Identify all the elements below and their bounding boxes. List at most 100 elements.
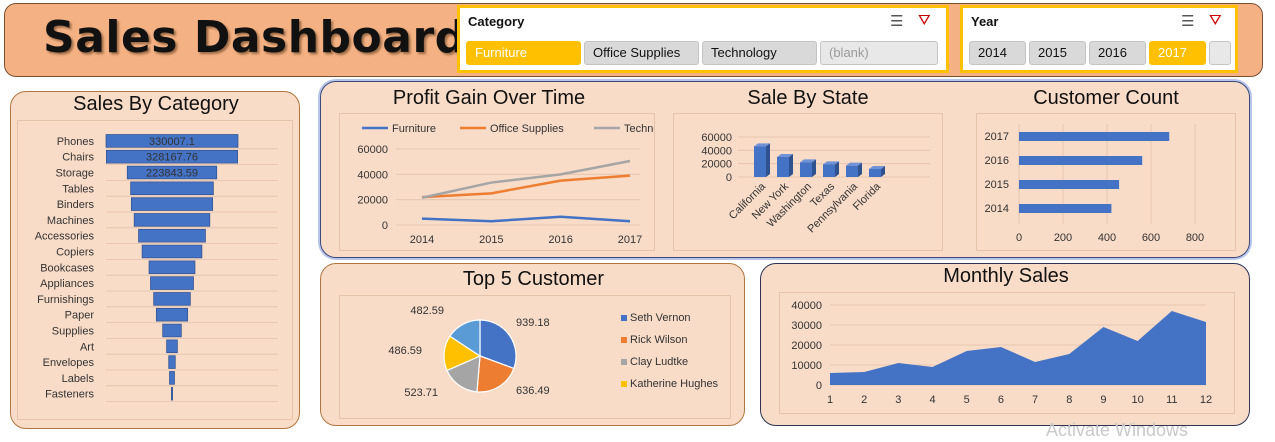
category-option-office-supplies[interactable]: Office Supplies xyxy=(584,41,699,65)
customer-bar xyxy=(1019,132,1170,141)
y-tick-label: 40000 xyxy=(791,300,822,312)
category-label: Furnishings xyxy=(37,294,94,306)
x-tick-label: 800 xyxy=(1186,232,1204,244)
activate-windows-watermark: Activate Windows xyxy=(1046,420,1189,440)
y-tick-label: 0 xyxy=(382,220,388,232)
dashboard-header: Sales Dashboard Category ☰ ⛛ Furniture O… xyxy=(4,3,1263,77)
x-tick-label: 2016 xyxy=(548,234,572,246)
top5-customer-title: Top 5 Customer xyxy=(462,268,605,290)
top5-customer-chart: 939.18 636.49 523.71 486.59 482.59 Seth Verno… xyxy=(388,305,718,399)
sale-by-state-title: Sale By State xyxy=(747,87,869,109)
top5-customer-panel: Top 5 Customer 939.18 636.49 523.71 486.59 4… xyxy=(320,263,745,426)
pie-value-label: 523.71 xyxy=(404,387,438,399)
year-option-2015[interactable]: 2015 xyxy=(1029,41,1086,65)
series-line xyxy=(421,215,631,223)
x-tick-label: 400 xyxy=(1098,232,1116,244)
y-tick-label: 60000 xyxy=(357,144,388,156)
profit-gain-chart: 0 20000 40000 60000 2014 2015 2016 2017 Furnitur… xyxy=(357,123,680,246)
metrics-panel: Profit Gain Over Time 0 20000 40000 60000 20… xyxy=(320,81,1250,258)
legend-swatch xyxy=(621,337,627,343)
category-option-furniture[interactable]: Furniture xyxy=(466,41,581,65)
category-slicer[interactable]: Category ☰ ⛛ Furniture Office Supplies T… xyxy=(457,5,949,73)
profit-gain-title: Profit Gain Over Time xyxy=(392,87,586,109)
multi-select-icon[interactable]: ☰ xyxy=(890,12,903,30)
category-label: Machines xyxy=(47,215,95,227)
category-label: Accessories xyxy=(35,231,95,243)
bar-side xyxy=(812,159,816,177)
funnel-bar xyxy=(138,228,206,243)
y-tick-label: 30000 xyxy=(791,320,822,332)
x-tick-label: 1 xyxy=(827,394,833,406)
monthly-sales-chart: 0100002000030000400001 2 3 4 5 6 7 8 9 10 11 12 xyxy=(791,300,1212,406)
clear-filter-icon[interactable]: ⛛ xyxy=(918,12,931,29)
category-slicer-title: Category xyxy=(468,14,525,29)
area-series xyxy=(830,311,1206,385)
chart-area: 939.18 636.49 523.71 486.59 482.59 Seth Verno… xyxy=(339,295,731,419)
pie-value-label: 636.49 xyxy=(516,385,550,397)
chart-area: 0 200 400 600 800 2017 2016 2015 2014 xyxy=(976,113,1236,251)
bar-side xyxy=(789,154,793,177)
funnel-bar xyxy=(171,386,173,401)
chart-area: 0 20000 40000 60000 2014 2015 2016 2017 Furnitur… xyxy=(339,113,680,251)
funnel-bar xyxy=(130,197,214,211)
customer-bar xyxy=(1019,180,1120,189)
category-label: Copiers xyxy=(56,247,94,259)
customer-count-title: Customer Count xyxy=(1033,87,1179,109)
funnel-bar xyxy=(166,339,178,354)
y-tick-label: 20000 xyxy=(791,340,822,352)
x-tick-label: 2 xyxy=(861,394,867,406)
funnel-bar xyxy=(153,292,191,306)
y-tick-label: 2016 xyxy=(985,155,1009,167)
x-tick-label: 6 xyxy=(998,394,1004,406)
y-tick-label: 2014 xyxy=(985,203,1009,215)
legend-swatch xyxy=(621,381,627,387)
legend-label: Clay Ludtke xyxy=(630,356,688,368)
clear-filter-icon[interactable]: ⛛ xyxy=(1209,12,1222,29)
x-tick-label: 200 xyxy=(1054,232,1072,244)
sale-by-state-chart: 0200004000060000CaliforniaNew YorkWashin… xyxy=(701,132,930,235)
x-tick-label: 2014 xyxy=(410,234,434,246)
legend-label: Office Supplies xyxy=(490,123,564,135)
sales-by-category-title: Sales By Category xyxy=(73,93,239,115)
x-tick-label: 2015 xyxy=(479,234,503,246)
category-label: Bookcases xyxy=(40,262,94,274)
year-option-2014[interactable]: 2014 xyxy=(969,41,1026,65)
year-option-2017[interactable]: 2017 xyxy=(1149,41,1206,65)
category-label: Storage xyxy=(55,168,94,180)
multi-select-icon[interactable]: ☰ xyxy=(1181,12,1194,30)
year-option-2016[interactable]: 2016 xyxy=(1089,41,1146,65)
pie-value-label: 486.59 xyxy=(388,345,422,357)
year-slicer[interactable]: Year ☰ ⛛ 2014 2015 2016 2017 xyxy=(960,5,1238,73)
chart-area: Phones 330007.1 Chairs 328167.76 Storage 2238… xyxy=(17,120,293,420)
slicer-scroll[interactable] xyxy=(1209,41,1231,65)
x-tick-label: 8 xyxy=(1066,394,1072,406)
category-label: Labels xyxy=(62,373,95,385)
monthly-sales-panel: Monthly Sales 0 10000 20000 30000 40000 1 2 3 4 5… xyxy=(760,263,1250,426)
y-tick-label: 40000 xyxy=(701,145,732,157)
customer-bar xyxy=(1019,204,1112,213)
x-tick-label: 10 xyxy=(1132,394,1144,406)
category-option-technology[interactable]: Technology xyxy=(702,41,817,65)
state-bar xyxy=(823,164,835,177)
y-tick-label: 2017 xyxy=(985,131,1009,143)
funnel-bar xyxy=(130,181,214,196)
customer-count-chart: 0 200 400 600 800 2017 2016 2015 2014 xyxy=(985,124,1204,244)
y-tick-label: 40000 xyxy=(357,169,388,181)
data-label: 330007.1 xyxy=(149,136,195,148)
category-option-blank[interactable]: (blank) xyxy=(820,41,938,65)
x-tick-label: 12 xyxy=(1200,394,1212,406)
y-tick-label: 20000 xyxy=(357,195,388,207)
y-tick-label: 20000 xyxy=(701,159,732,171)
y-tick-label: 10000 xyxy=(791,360,822,372)
funnel-bar xyxy=(150,276,194,290)
category-label: Supplies xyxy=(52,326,95,338)
state-bar xyxy=(800,162,812,177)
funnel-bar xyxy=(162,323,182,338)
bar-side xyxy=(766,143,770,177)
y-tick-label: 0 xyxy=(726,172,732,184)
monthly-sales-title: Monthly Sales xyxy=(943,265,1069,287)
category-label: Tables xyxy=(62,183,94,195)
x-tick-label: 4 xyxy=(929,394,935,406)
y-tick-label: 0 xyxy=(816,380,822,392)
year-slicer-title: Year xyxy=(971,14,999,29)
